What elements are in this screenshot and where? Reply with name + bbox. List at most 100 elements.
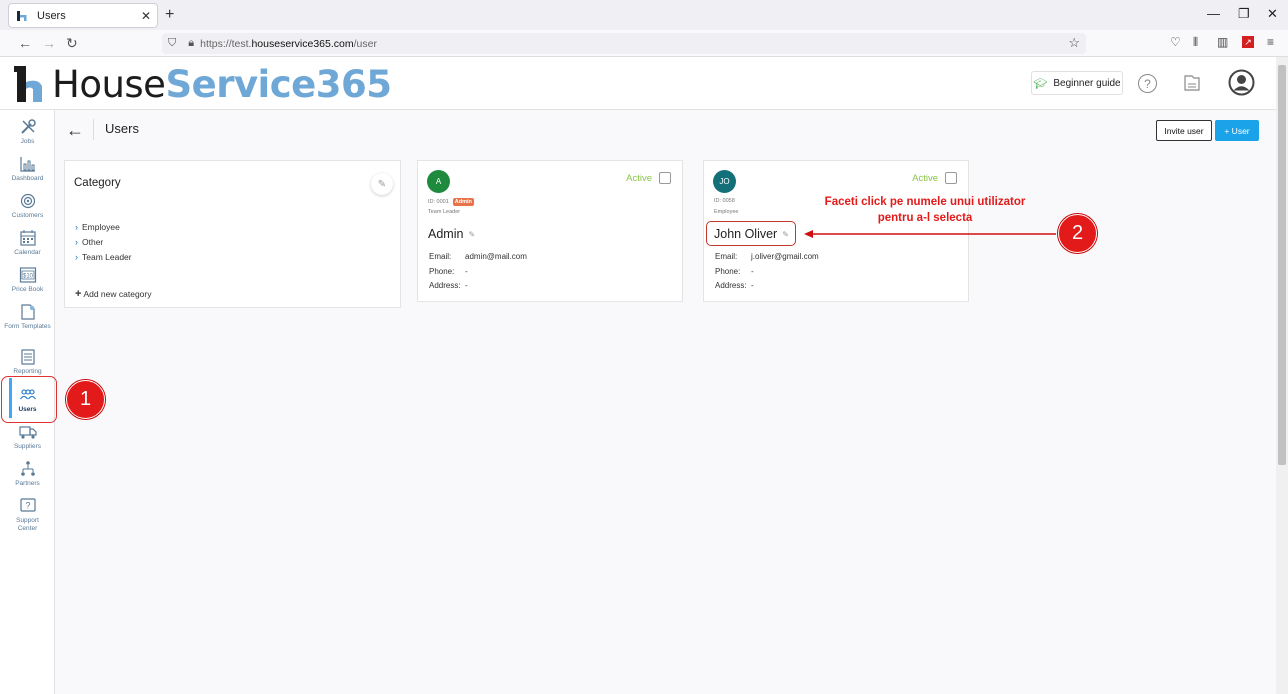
app-logo[interactable]: HouseService365: [14, 62, 392, 106]
chevron-right-icon: ›: [75, 251, 78, 262]
forward-nav-icon[interactable]: →: [42, 35, 56, 51]
avatar: A: [427, 170, 450, 193]
chart-icon: [19, 157, 35, 172]
user-name-text: Admin: [428, 227, 464, 241]
logo-text-house: House: [52, 62, 166, 106]
sidebar-label-price-book: Price Book: [11, 286, 44, 293]
back-nav-icon[interactable]: ←: [18, 35, 32, 51]
page-title: Users: [105, 121, 139, 136]
user-role: Team Leader: [428, 209, 461, 215]
pocket-icon[interactable]: ♡: [1170, 35, 1181, 49]
annotation-step-2: 2: [1058, 214, 1097, 253]
sidebar-item-partners[interactable]: Partners: [0, 460, 55, 496]
select-checkbox[interactable]: [945, 172, 957, 184]
truck-icon: [18, 426, 37, 439]
phone-label: Phone:: [715, 266, 741, 276]
sidebar-label-customers: Customers: [11, 212, 44, 219]
user-role: Employee: [714, 209, 739, 215]
sidebar-item-form-templates[interactable]: Form Templates: [0, 303, 55, 339]
category-item-employee[interactable]: › Employee: [75, 219, 132, 234]
account-avatar-icon[interactable]: [1228, 69, 1255, 96]
scrollbar-thumb[interactable]: [1278, 65, 1286, 465]
library-icon[interactable]: ⫴: [1193, 35, 1198, 50]
vertical-scrollbar[interactable]: [1276, 57, 1288, 694]
sidebar-item-suppliers[interactable]: Suppliers: [0, 423, 55, 459]
user-id-text: ID: 0001: [428, 199, 449, 205]
annotation-users-highlight: [1, 376, 57, 423]
pencil-icon: ✎: [377, 178, 387, 190]
admin-badge: Admin: [452, 198, 474, 206]
sidebar-toggle-icon[interactable]: ▥: [1217, 35, 1228, 49]
add-category-link[interactable]: + Add new category: [75, 288, 151, 300]
sidebar-label-jobs: Jobs: [20, 138, 35, 145]
sidebar-item-calendar[interactable]: Calendar: [0, 229, 55, 265]
beginner-guide-button[interactable]: 🎓︎ Beginner guide: [1031, 71, 1123, 95]
user-card-admin[interactable]: A Active ID: 0001 Admin Team Leader Admin…: [417, 160, 683, 302]
shield-icon: ⛉: [168, 37, 177, 49]
category-title: Category: [74, 177, 121, 189]
sidebar-item-jobs[interactable]: Jobs: [0, 118, 55, 154]
category-item-label: Team Leader: [82, 251, 132, 262]
add-user-button[interactable]: + User: [1215, 120, 1259, 141]
minimize-icon[interactable]: —: [1207, 6, 1220, 21]
extension-icon[interactable]: ↗: [1242, 36, 1254, 48]
invite-user-button[interactable]: Invite user: [1156, 120, 1212, 141]
address-value: -: [751, 281, 754, 290]
document-icon[interactable]: [1183, 74, 1201, 92]
graduation-cap-icon: 🎓︎: [1033, 77, 1048, 90]
annotation-step-1: 1: [66, 380, 105, 419]
sidebar-label-support-center: Support Center: [16, 517, 39, 532]
annotation-arrow-icon: [804, 230, 1056, 238]
calendar-icon: [19, 230, 36, 246]
category-item-label: Other: [82, 236, 104, 247]
close-window-icon[interactable]: ✕: [1267, 6, 1278, 22]
sidebar-item-customers[interactable]: Customers: [0, 192, 55, 228]
status-badge: Active: [912, 173, 938, 184]
category-list: › Employee › Other › Team Leader: [75, 219, 132, 264]
app-header: HouseService365 🎓︎ Beginner guide ?: [0, 57, 1276, 110]
category-item-label: Employee: [82, 221, 120, 232]
logo-h-icon: [14, 66, 42, 102]
url-path: /user: [353, 37, 377, 50]
tools-icon: [20, 119, 36, 134]
annotation-name-highlight: [706, 221, 796, 246]
sidebar-label-calendar: Calendar: [14, 249, 41, 256]
sidebar-item-dashboard[interactable]: Dashboard: [0, 155, 55, 191]
select-checkbox[interactable]: [659, 172, 671, 184]
category-item-team-leader[interactable]: › Team Leader: [75, 249, 132, 264]
user-id-text: ID: 0058: [714, 198, 735, 204]
new-tab-icon[interactable]: +: [165, 6, 174, 24]
restore-icon[interactable]: ❐: [1238, 6, 1250, 22]
url-bar[interactable]: ⛉ 🔒︎ https://test. houseservice365.com/us…: [162, 33, 1086, 54]
pencil-icon[interactable]: ✎: [468, 230, 475, 239]
reload-icon[interactable]: ↻: [66, 35, 78, 52]
lock-icon: 🔒︎: [188, 37, 195, 49]
sidebar-item-price-book[interactable]: $10 Price Book: [0, 266, 55, 302]
email-label: Email:: [429, 252, 452, 261]
phone-label: Phone:: [429, 266, 455, 276]
address-label: Address:: [715, 281, 747, 290]
tab-close-icon[interactable]: ✕: [141, 9, 151, 23]
back-arrow-icon[interactable]: ←: [66, 120, 84, 141]
address-value: -: [465, 281, 468, 290]
user-name[interactable]: Admin ✎: [428, 227, 475, 241]
edit-category-button[interactable]: ✎: [371, 173, 393, 195]
site-favicon-icon: [15, 9, 29, 23]
logo-text-service: Service365: [165, 62, 392, 106]
help-box-icon: ?: [19, 498, 36, 512]
menu-icon[interactable]: ≡: [1267, 35, 1274, 49]
beginner-guide-label: Beginner guide: [1053, 77, 1121, 89]
instruction-line-2: pentru a-l selecta: [877, 212, 973, 224]
price-tag-icon: $10: [19, 267, 36, 283]
email-label: Email:: [715, 252, 738, 261]
browser-tab[interactable]: Users ✕: [8, 3, 158, 28]
bookmark-star-icon[interactable]: ☆: [1068, 35, 1080, 51]
chevron-right-icon: ›: [75, 236, 78, 247]
url-prefix: https://test.: [200, 37, 252, 50]
sidebar-item-support-center[interactable]: ? Support Center: [0, 497, 55, 533]
form-icon: [20, 304, 35, 320]
user-id: ID: 0058: [714, 198, 735, 204]
help-icon[interactable]: ?: [1138, 74, 1157, 93]
target-icon: [20, 193, 35, 209]
category-item-other[interactable]: › Other: [75, 234, 132, 249]
